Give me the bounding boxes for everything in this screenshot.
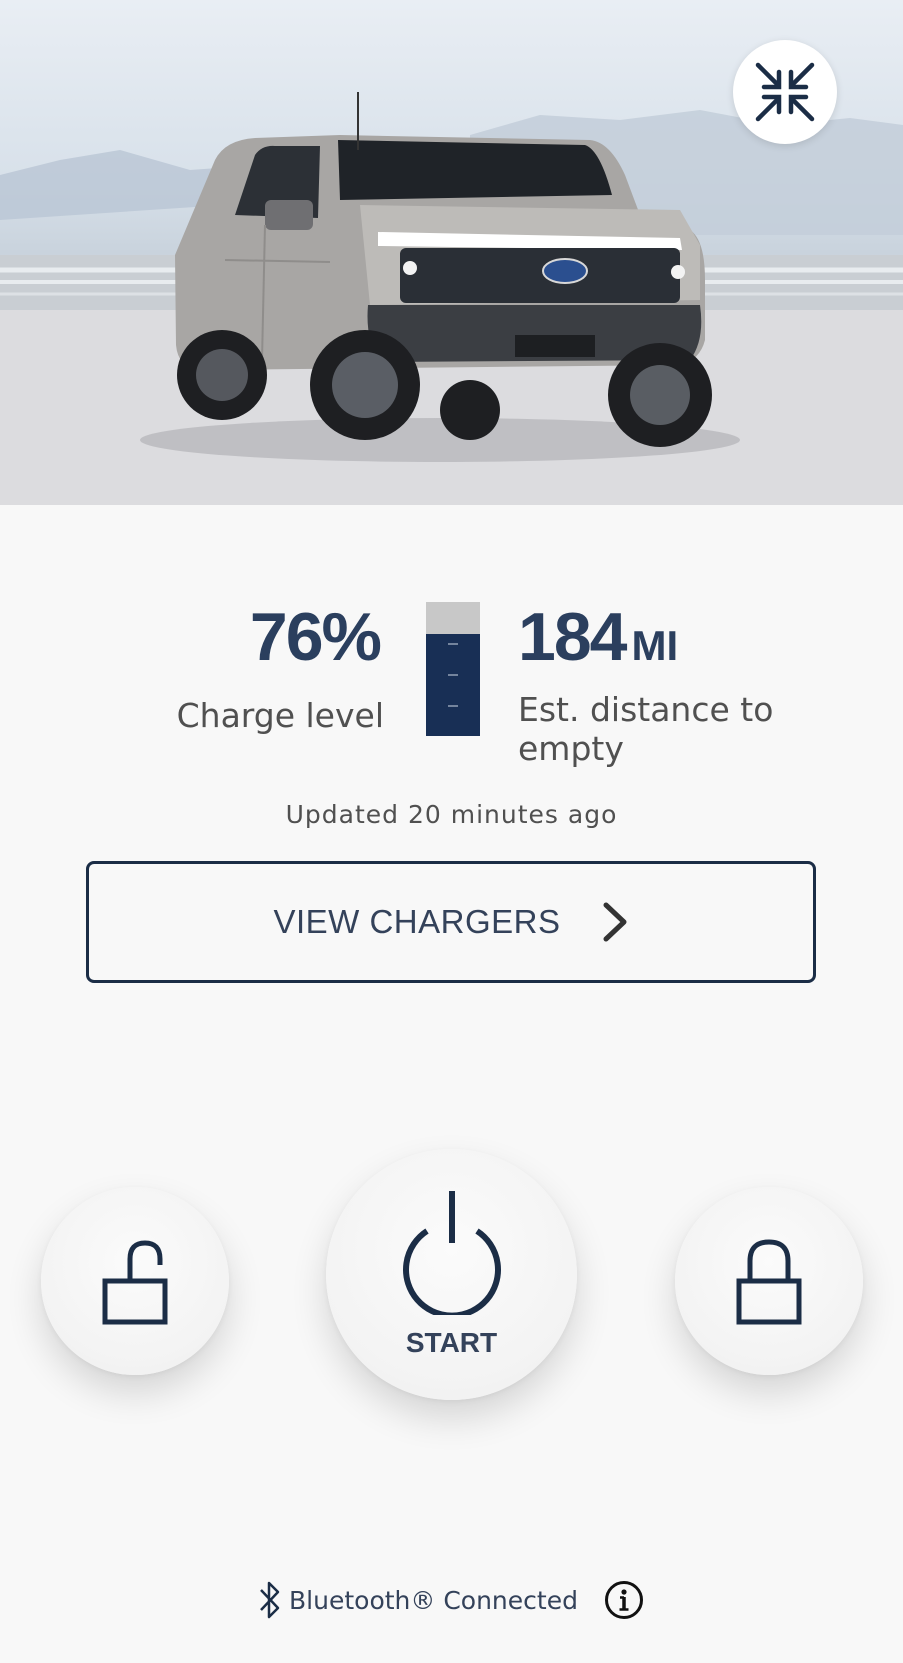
bluetooth-icon <box>260 1581 280 1619</box>
power-icon <box>402 1190 501 1315</box>
start-button[interactable]: START <box>326 1149 577 1400</box>
chevron-right-icon <box>603 902 627 942</box>
charge-stats: 76% Charge level 184 MI Est. distance to … <box>0 600 903 780</box>
lock-icon <box>736 1239 802 1325</box>
view-chargers-button[interactable]: VIEW CHARGERS <box>86 861 816 983</box>
unlock-button[interactable] <box>41 1187 229 1375</box>
bluetooth-status: Bluetooth® Connected <box>0 1575 903 1625</box>
range-value: 184 <box>518 599 627 675</box>
updated-timestamp: Updated 20 minutes ago <box>285 800 618 829</box>
info-button[interactable] <box>604 1580 644 1620</box>
range-value-group: 184 MI <box>518 600 678 675</box>
unlock-icon <box>102 1240 168 1325</box>
view-chargers-label: VIEW CHARGERS <box>273 903 561 940</box>
collapse-arrows-icon <box>755 62 815 122</box>
battery-icon <box>426 602 480 736</box>
start-label: START <box>405 1326 498 1358</box>
charge-level-value: 76% <box>249 599 382 675</box>
vehicle-hero <box>0 0 903 505</box>
charge-level-label: Charge level <box>176 696 384 735</box>
bluetooth-status-text: Bluetooth® Connected <box>289 1585 578 1615</box>
info-icon <box>604 1581 643 1619</box>
lock-button[interactable] <box>675 1187 863 1375</box>
collapse-button[interactable] <box>733 40 837 144</box>
range-label: Est. distance to empty <box>518 690 774 768</box>
range-unit: MI <box>631 622 679 669</box>
